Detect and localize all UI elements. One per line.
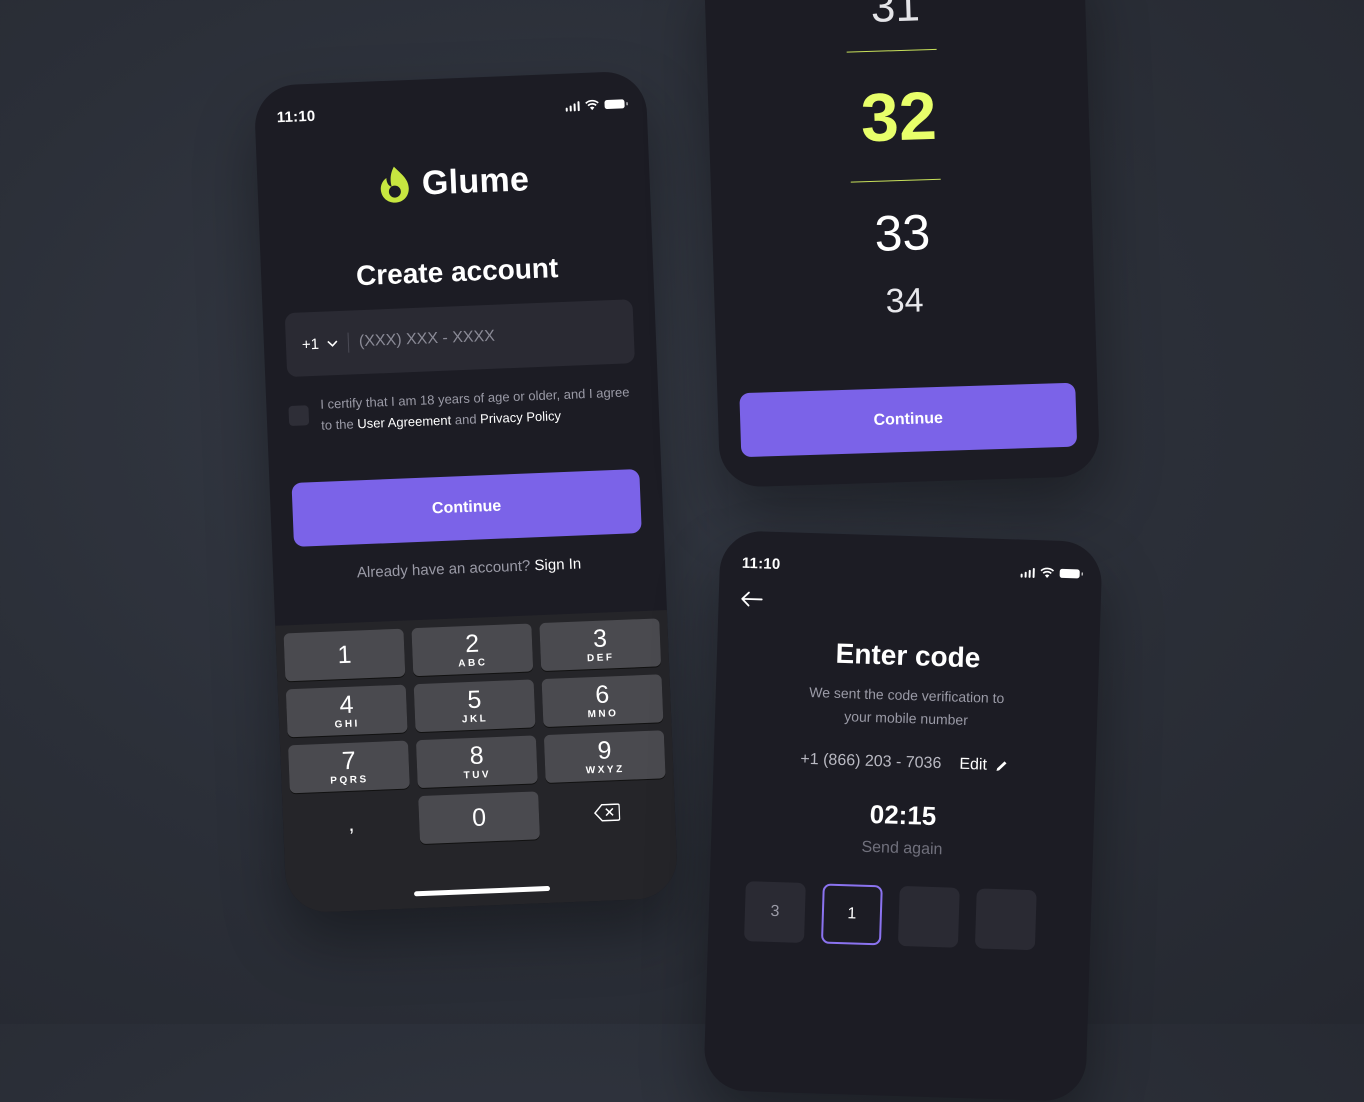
key-2[interactable]: 2 ABC: [411, 623, 534, 677]
battery-icon: [604, 98, 625, 109]
code-input-group: 3 1: [743, 881, 1037, 951]
age-certification: I certify that I am 18 years of age or o…: [288, 381, 639, 437]
code-digit-3[interactable]: [897, 885, 960, 948]
status-time: 11:10: [741, 554, 781, 573]
status-time: 11:10: [276, 107, 316, 126]
picker-divider-bottom: [850, 178, 941, 183]
backspace-icon: [593, 803, 621, 822]
page-title: Create account: [355, 252, 559, 292]
picker-selected-value[interactable]: 32: [708, 72, 1090, 162]
certify-and: and: [454, 411, 477, 428]
send-again-link[interactable]: Send again: [711, 834, 1093, 864]
key-1[interactable]: 1: [283, 628, 406, 682]
picker-divider-top: [846, 48, 937, 53]
key-delete[interactable]: [546, 786, 668, 839]
certify-checkbox[interactable]: [288, 405, 310, 427]
code-digit-4[interactable]: [974, 888, 1037, 951]
phone-number: +1 (866) 203 - 7036: [800, 750, 942, 773]
code-digit-2[interactable]: 1: [820, 883, 883, 946]
key-7[interactable]: 7 PQRS: [288, 740, 410, 794]
edit-button[interactable]: Edit: [959, 756, 1009, 776]
key-comma[interactable]: ,: [290, 796, 412, 849]
key-3[interactable]: 3 DEF: [539, 618, 662, 672]
picker-value-33[interactable]: 33: [712, 198, 1094, 268]
phone-number-row: +1 (866) 203 - 7036 Edit: [713, 748, 1095, 778]
code-digit-1[interactable]: 3: [743, 881, 806, 943]
battery-icon: [1059, 568, 1080, 578]
picker-screen: 31 32 33 34 Continue: [703, 0, 1101, 488]
continue-button[interactable]: Continue: [291, 469, 642, 547]
brand-logo: Glume: [257, 154, 650, 210]
signal-icon: [565, 100, 580, 112]
key-6[interactable]: 6 MNO: [541, 674, 664, 728]
key-5[interactable]: 5 JKL: [413, 679, 536, 733]
phone-number-field[interactable]: +1 (XXX) XXX - XXXX: [284, 299, 635, 378]
chevron-down-icon: [327, 340, 338, 347]
picker-value-31[interactable]: 31: [705, 0, 1086, 38]
wifi-icon: [1040, 567, 1055, 578]
pencil-icon: [996, 761, 1007, 771]
country-code-select[interactable]: +1: [285, 332, 350, 356]
wifi-icon: [585, 99, 599, 110]
continue-button[interactable]: Continue: [739, 382, 1078, 458]
sign-in-link[interactable]: Sign In: [534, 555, 581, 574]
signup-screen: 11:10 Glume Create account +1 (XXX) XXX …: [253, 70, 679, 914]
key-0[interactable]: 0: [418, 791, 540, 845]
country-code-value: +1: [301, 335, 320, 353]
arrow-left-icon[interactable]: [740, 591, 763, 608]
key-8[interactable]: 8 TUV: [415, 735, 538, 789]
privacy-policy-link[interactable]: Privacy Policy: [480, 408, 561, 426]
status-bar: 11:10: [742, 553, 1080, 584]
user-agreement-link[interactable]: User Agreement: [357, 413, 451, 432]
edit-label: Edit: [959, 755, 988, 774]
verify-screen: 11:10 Enter code We sent the code verifi…: [703, 530, 1103, 1102]
signal-icon: [1020, 566, 1035, 578]
phone-input-placeholder[interactable]: (XXX) XXX - XXXX: [349, 328, 496, 352]
page-title: Enter code: [835, 637, 981, 674]
status-bar: 11:10: [276, 93, 625, 127]
numeric-keypad: 1 2 ABC 3 DEF 4 GHI 5 JKL 6 MNO 7 PQRS 8 TUV 9W…: [275, 610, 679, 914]
verify-subtitle: We sent the code verification to your mo…: [715, 678, 1098, 736]
sign-in-prompt: Already have an account? Sign In: [273, 552, 665, 585]
already-text: Already have an account?: [356, 557, 531, 582]
key-4[interactable]: 4 GHI: [285, 684, 408, 738]
brand-name: Glume: [421, 159, 530, 203]
picker-value-34[interactable]: 34: [714, 276, 1095, 327]
key-9[interactable]: 9 WXYZ: [543, 730, 666, 784]
countdown-timer: 02:15: [869, 798, 937, 832]
flame-logo-icon: [381, 166, 410, 203]
